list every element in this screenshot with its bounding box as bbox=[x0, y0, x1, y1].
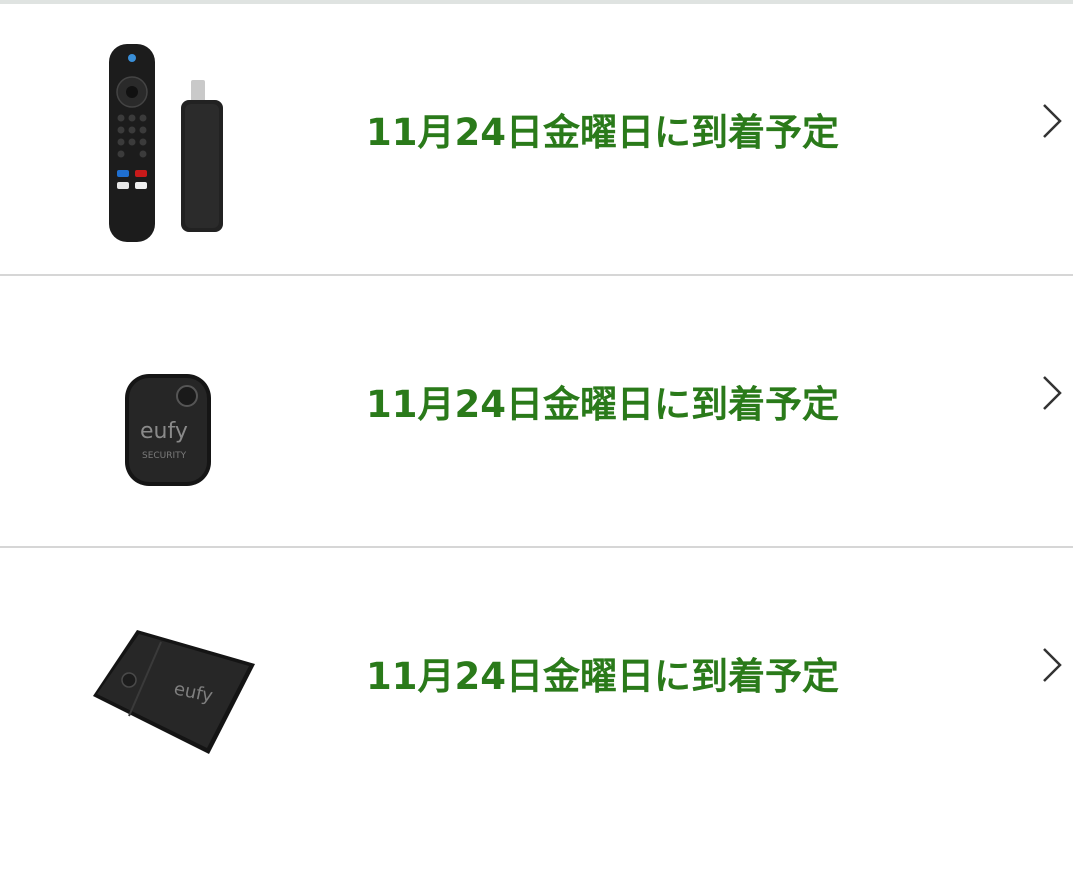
svg-text:eufy: eufy bbox=[140, 419, 188, 444]
delivery-date-text: 11月24日金曜日に到着予定 bbox=[366, 111, 839, 154]
order-item-row[interactable]: 11月24日金曜日に到着予定 bbox=[0, 4, 1073, 276]
order-item-row[interactable]: eufy SECURITY 11月24日金曜日に到着予定 bbox=[0, 276, 1073, 548]
chevron-right-icon[interactable] bbox=[1040, 102, 1064, 140]
eufy-security-card-icon: eufy bbox=[93, 630, 255, 754]
delivery-date-text: 11月24日金曜日に到着予定 bbox=[366, 655, 839, 698]
order-item-row[interactable]: eufy 11月24日金曜日に到着予定 bbox=[0, 548, 1073, 848]
fire-tv-stick-remote-icon bbox=[109, 44, 223, 242]
chevron-right-icon[interactable] bbox=[1040, 646, 1064, 684]
delivery-date-text: 11月24日金曜日に到着予定 bbox=[366, 383, 839, 426]
chevron-right-icon[interactable] bbox=[1040, 374, 1064, 412]
eufy-security-tag-icon: eufy SECURITY bbox=[125, 374, 211, 486]
svg-text:SECURITY: SECURITY bbox=[142, 451, 187, 461]
